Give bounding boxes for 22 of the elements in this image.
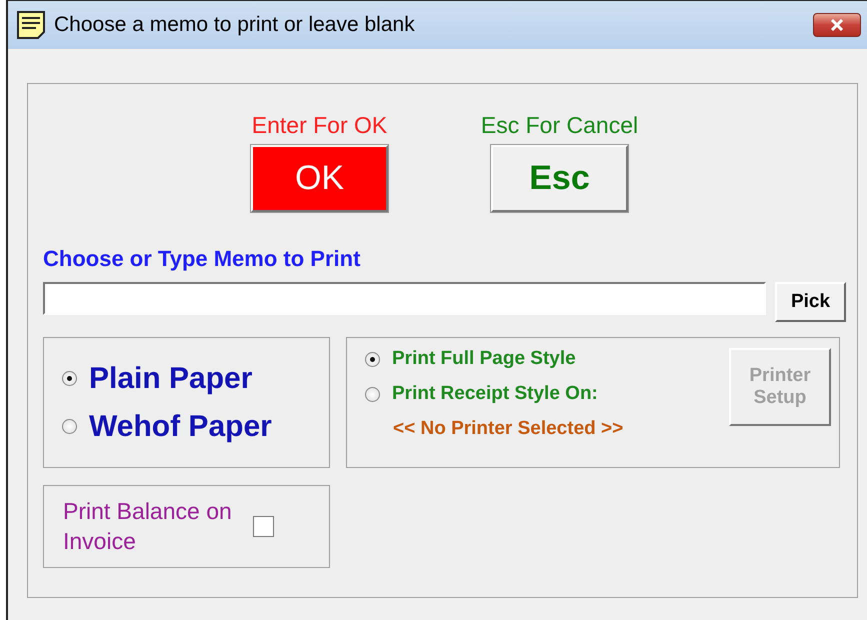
print-balance-label: Print Balance on Invoice [63, 496, 233, 556]
radio-button[interactable] [62, 419, 77, 434]
checkbox[interactable] [253, 516, 274, 537]
cancel-button[interactable]: Esc [491, 145, 628, 212]
memo-input-field[interactable] [43, 282, 766, 315]
radio-button[interactable] [365, 352, 380, 366]
close-icon [830, 19, 844, 31]
ok-button[interactable]: OK [251, 145, 388, 212]
radio-button[interactable] [62, 371, 77, 386]
pick-button[interactable]: Pick [775, 282, 846, 322]
radio-label[interactable]: Print Receipt Style On: [392, 383, 598, 405]
radio-button[interactable] [365, 386, 380, 402]
window-title: Choose a memo to print or leave blank [54, 13, 416, 37]
radio-label[interactable]: Print Full Page Style [392, 348, 576, 370]
memo-label: Choose or Type Memo to Print [43, 246, 362, 272]
memo-note-icon [16, 10, 46, 40]
radio-label[interactable]: Wehof Paper [89, 410, 272, 444]
radio-label[interactable]: Plain Paper [89, 362, 252, 396]
printer-name: << No Printer Selected >> [393, 418, 624, 440]
button-caption: Esc For Cancel [480, 112, 638, 139]
close-button[interactable] [813, 13, 861, 37]
button-caption: Enter For OK [252, 112, 388, 139]
